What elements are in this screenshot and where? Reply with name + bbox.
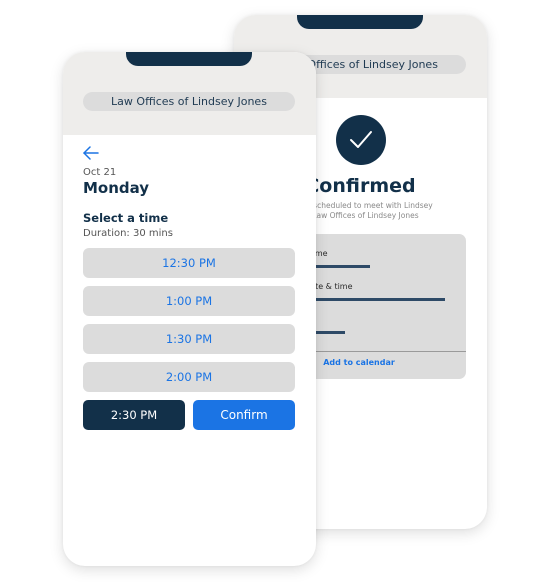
- org-name-pill: Law Offices of Lindsey Jones: [83, 92, 295, 111]
- phone-notch: [126, 52, 252, 66]
- checkmark-icon: [336, 115, 386, 165]
- time-slot-button[interactable]: 2:00 PM: [83, 362, 295, 392]
- selected-date: Oct 21: [83, 167, 117, 178]
- time-slot-button[interactable]: 1:00 PM: [83, 286, 295, 316]
- confirm-button[interactable]: Confirm: [193, 400, 295, 430]
- duration-text: Duration: 30 mins: [83, 228, 173, 239]
- select-time-heading: Select a time: [83, 211, 169, 225]
- time-select-phone: Law Offices of Lindsey Jones Oct 21 Mond…: [63, 52, 316, 566]
- phone-notch: [297, 15, 423, 29]
- selected-time-slot-button[interactable]: 2:30 PM: [83, 400, 185, 430]
- selected-day: Monday: [83, 179, 150, 197]
- detail-value-date-time-placeholder: [304, 298, 445, 301]
- time-slot-button[interactable]: 12:30 PM: [83, 248, 295, 278]
- arrow-left-icon[interactable]: [82, 145, 100, 160]
- time-slot-button[interactable]: 1:30 PM: [83, 324, 295, 354]
